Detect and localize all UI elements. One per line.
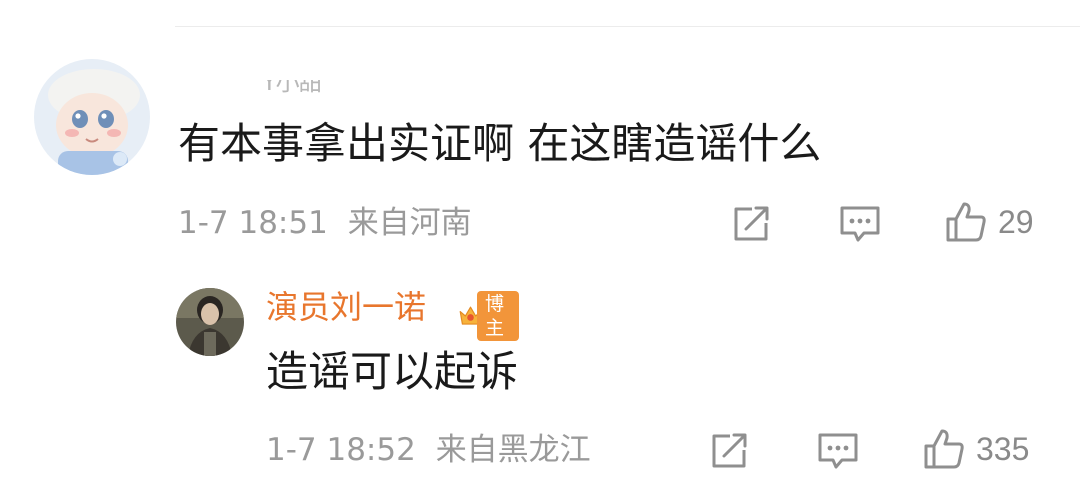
like-button[interactable]: 29 [944, 200, 1034, 244]
reply-share-button[interactable] [708, 430, 750, 472]
reply-avatar[interactable] [176, 288, 244, 356]
blogger-badge: 博主 [458, 291, 520, 341]
badge-label: 博主 [477, 291, 520, 341]
share-icon [712, 433, 747, 468]
divider [175, 26, 1080, 27]
comment-time: 1-7 18:51 [178, 205, 328, 241]
share-icon [734, 206, 769, 241]
reply-comment-button[interactable] [816, 430, 860, 472]
comment-location: 来自河南 [347, 205, 472, 241]
reply-like-count: 335 [976, 431, 1030, 467]
reply-like-button[interactable]: 335 [922, 427, 1029, 471]
reply-time: 1-7 18:52 [266, 432, 416, 468]
thumbs-up-icon [924, 429, 964, 469]
reply-meta: 1-7 18:52 来自黑龙江 [266, 432, 591, 468]
comment-meta: 1-7 18:51 来自河南 [178, 205, 472, 241]
comment-text: 有本事拿出实证啊 在这瞎造谣什么 [178, 119, 822, 168]
avatar[interactable] [34, 59, 150, 175]
reply-location: 来自黑龙江 [435, 432, 591, 468]
reply-username[interactable]: 演员刘一诺 [266, 288, 426, 326]
comment-icon [818, 433, 858, 469]
thumbs-up-icon [946, 202, 986, 242]
share-button[interactable] [730, 203, 772, 245]
comment-username-text[interactable]: Y小甜 [262, 80, 360, 94]
comment-button[interactable] [838, 203, 882, 245]
reply-text: 造谣可以起诉 [266, 347, 519, 396]
comment-icon [840, 206, 880, 242]
like-count: 29 [998, 204, 1034, 240]
comment-username[interactable]: Y小甜 [262, 80, 360, 94]
